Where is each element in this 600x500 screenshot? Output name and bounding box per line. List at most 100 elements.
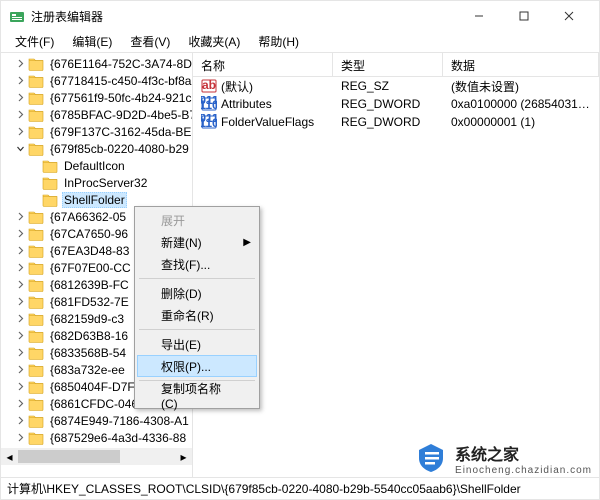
ctx-expand[interactable]: 展开	[137, 209, 257, 231]
ctx-rename[interactable]: 重命名(R)	[137, 304, 257, 326]
tree-item-label: {67718415-c450-4f3c-bf8a	[48, 73, 193, 89]
value-name: (默认)	[221, 78, 253, 95]
list-header: 名称 类型 数据	[193, 53, 599, 77]
ctx-find[interactable]: 查找(F)...	[137, 253, 257, 275]
expand-icon[interactable]	[15, 313, 26, 324]
expand-icon[interactable]	[15, 364, 26, 375]
list-row[interactable]: (默认)REG_SZ(数值未设置)	[193, 77, 599, 95]
tree-item-label: {6785BFAC-9D2D-4be5-B7	[48, 107, 193, 123]
tree-item[interactable]: {676E1164-752C-3A74-8D	[1, 55, 192, 72]
ctx-delete[interactable]: 删除(D)	[137, 282, 257, 304]
context-menu: 展开 新建(N) ▶ 查找(F)... 删除(D) 重命名(R) 导出(E) 权限…	[134, 206, 260, 409]
tree-item[interactable]: {687529e6-4a3d-4336-88	[1, 429, 192, 446]
binary-value-icon	[201, 96, 217, 112]
expand-icon[interactable]	[15, 211, 26, 222]
tree-item[interactable]: {6874E949-7186-4308-A1	[1, 412, 192, 429]
tree-item-label: InProcServer32	[62, 175, 149, 191]
string-value-icon	[201, 78, 217, 94]
scroll-track[interactable]	[18, 448, 175, 465]
tree-item-label: {6812639B-FC	[48, 277, 131, 293]
ctx-new-label: 新建(N)	[161, 234, 202, 251]
ctx-copy-key-name[interactable]: 复制项名称(C)	[137, 384, 257, 406]
folder-icon	[28, 108, 44, 122]
expand-icon[interactable]	[15, 126, 26, 137]
tree-item-label: {682159d9-c3	[48, 311, 126, 327]
binary-value-icon	[201, 114, 217, 130]
minimize-button[interactable]	[456, 1, 501, 31]
scroll-left-button[interactable]: ◂	[1, 448, 18, 465]
ctx-permissions[interactable]: 权限(P)...	[137, 355, 257, 377]
scroll-right-button[interactable]: ▸	[175, 448, 192, 465]
tree-item[interactable]: {67718415-c450-4f3c-bf8a	[1, 72, 192, 89]
menu-help[interactable]: 帮助(H)	[250, 31, 307, 52]
expand-icon[interactable]	[15, 330, 26, 341]
folder-icon	[28, 57, 44, 71]
ctx-export[interactable]: 导出(E)	[137, 333, 257, 355]
menu-favorites[interactable]: 收藏夹(A)	[180, 31, 248, 52]
folder-icon	[28, 363, 44, 377]
tree-h-scrollbar[interactable]: ◂ ▸	[1, 448, 192, 465]
tree-item-label: {679F137C-3162-45da-BE3	[48, 124, 193, 140]
window-controls	[456, 1, 591, 31]
folder-icon	[28, 91, 44, 105]
cell-data: 0x00000001 (1)	[443, 115, 599, 129]
list-row[interactable]: FolderValueFlagsREG_DWORD0x00000001 (1)	[193, 113, 599, 131]
folder-icon	[28, 227, 44, 241]
tree-item[interactable]: {6785BFAC-9D2D-4be5-B7	[1, 106, 192, 123]
expand-icon[interactable]	[15, 245, 26, 256]
expand-icon[interactable]	[15, 58, 26, 69]
menubar: 文件(F) 编辑(E) 查看(V) 收藏夹(A) 帮助(H)	[1, 31, 599, 53]
expand-icon[interactable]	[15, 279, 26, 290]
folder-icon	[28, 210, 44, 224]
watermark-logo-icon	[413, 440, 449, 476]
close-button[interactable]	[546, 1, 591, 31]
expand-icon[interactable]	[15, 109, 26, 120]
col-header-data[interactable]: 数据	[443, 53, 599, 76]
tree-item[interactable]: InProcServer32	[1, 174, 192, 191]
expand-icon[interactable]	[15, 262, 26, 273]
expand-icon[interactable]	[15, 415, 26, 426]
titlebar: 注册表编辑器	[1, 1, 599, 31]
ctx-new[interactable]: 新建(N) ▶	[137, 231, 257, 253]
scroll-thumb[interactable]	[18, 450, 120, 463]
tree-item-label: {6874E949-7186-4308-A1	[48, 413, 191, 429]
expand-icon[interactable]	[15, 381, 26, 392]
tree-item[interactable]: DefaultIcon	[1, 157, 192, 174]
tree-item[interactable]: {679f85cb-0220-4080-b29	[1, 140, 192, 157]
tree-item-label: {67A66362-05	[48, 209, 128, 225]
app-icon	[9, 8, 25, 24]
tree-item-label: {683a732e-ee	[48, 362, 127, 378]
collapse-icon[interactable]	[15, 143, 26, 154]
folder-icon	[28, 414, 44, 428]
menu-view[interactable]: 查看(V)	[122, 31, 178, 52]
window-title: 注册表编辑器	[31, 8, 456, 25]
col-header-type[interactable]: 类型	[333, 53, 443, 76]
tree-item-label: {67EA3D48-83	[48, 243, 131, 259]
expand-placeholder	[29, 177, 40, 188]
expand-icon[interactable]	[15, 398, 26, 409]
tree-item-label: DefaultIcon	[62, 158, 127, 174]
watermark-url: Einocheng.chazidian.com	[455, 465, 592, 476]
expand-placeholder	[29, 160, 40, 171]
expand-icon[interactable]	[15, 92, 26, 103]
tree-item[interactable]: {679F137C-3162-45da-BE3	[1, 123, 192, 140]
cell-type: REG_DWORD	[333, 115, 443, 129]
list-row[interactable]: AttributesREG_DWORD0xa0100000 (268540313…	[193, 95, 599, 113]
menu-edit[interactable]: 编辑(E)	[64, 31, 120, 52]
menu-file[interactable]: 文件(F)	[7, 31, 62, 52]
folder-icon	[28, 346, 44, 360]
folder-icon	[28, 74, 44, 88]
expand-icon[interactable]	[15, 296, 26, 307]
expand-icon[interactable]	[15, 432, 26, 443]
expand-icon[interactable]	[15, 75, 26, 86]
expand-icon[interactable]	[15, 347, 26, 358]
folder-icon	[42, 159, 58, 173]
tree-item-label: {67F07E00-CC	[48, 260, 133, 276]
submenu-arrow-icon: ▶	[243, 237, 251, 248]
folder-icon	[28, 295, 44, 309]
tree-item[interactable]: {677561f9-50fc-4b24-921c	[1, 89, 192, 106]
maximize-button[interactable]	[501, 1, 546, 31]
expand-icon[interactable]	[15, 228, 26, 239]
folder-icon	[28, 312, 44, 326]
col-header-name[interactable]: 名称	[193, 53, 333, 76]
